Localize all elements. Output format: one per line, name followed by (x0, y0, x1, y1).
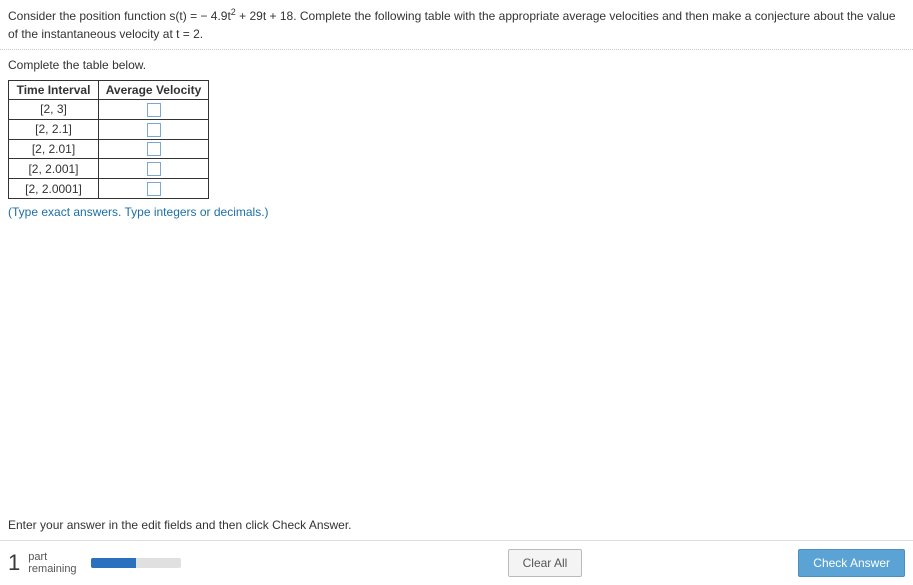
table-row: [2, 3] (9, 100, 209, 120)
header-average-velocity: Average Velocity (99, 81, 209, 100)
part-label-bottom: remaining (28, 563, 76, 575)
table-row: [2, 2.01] (9, 139, 209, 159)
velocity-input-1[interactable] (147, 103, 161, 117)
interval-label: [2, 2.0001] (9, 179, 99, 199)
table-instruction: Complete the table below. (0, 50, 913, 76)
velocity-cell (99, 100, 209, 120)
velocity-input-4[interactable] (147, 162, 161, 176)
progress-fill (91, 558, 136, 568)
interval-label: [2, 2.001] (9, 159, 99, 179)
velocity-input-2[interactable] (147, 123, 161, 137)
interval-label: [2, 2.1] (9, 119, 99, 139)
velocity-table: Time Interval Average Velocity [2, 3] [2… (8, 80, 209, 199)
footer-bar: 1 part remaining Clear All Check Answer (0, 541, 913, 585)
progress-bar (91, 558, 181, 568)
table-row: [2, 2.1] (9, 119, 209, 139)
interval-label: [2, 3] (9, 100, 99, 120)
part-number: 1 (8, 550, 20, 576)
part-label-top: part (28, 551, 76, 563)
part-label: part remaining (28, 551, 76, 575)
table-row: [2, 2.001] (9, 159, 209, 179)
enter-answer-hint: Enter your answer in the edit fields and… (0, 510, 913, 541)
question-text: Consider the position function s(t) = − … (0, 0, 913, 50)
question-text-part1: Consider the position function s(t) = − … (8, 9, 231, 23)
footer-area: Enter your answer in the edit fields and… (0, 510, 913, 585)
velocity-cell (99, 159, 209, 179)
velocity-input-5[interactable] (147, 182, 161, 196)
velocity-input-3[interactable] (147, 142, 161, 156)
velocity-cell (99, 179, 209, 199)
header-time-interval: Time Interval (9, 81, 99, 100)
interval-label: [2, 2.01] (9, 139, 99, 159)
velocity-cell (99, 139, 209, 159)
answer-format-hint: (Type exact answers. Type integers or de… (0, 203, 913, 221)
clear-all-button[interactable]: Clear All (508, 549, 583, 577)
check-answer-button[interactable]: Check Answer (798, 549, 905, 577)
table-row: [2, 2.0001] (9, 179, 209, 199)
velocity-cell (99, 119, 209, 139)
velocity-table-wrap: Time Interval Average Velocity [2, 3] [2… (0, 76, 913, 203)
table-header-row: Time Interval Average Velocity (9, 81, 209, 100)
